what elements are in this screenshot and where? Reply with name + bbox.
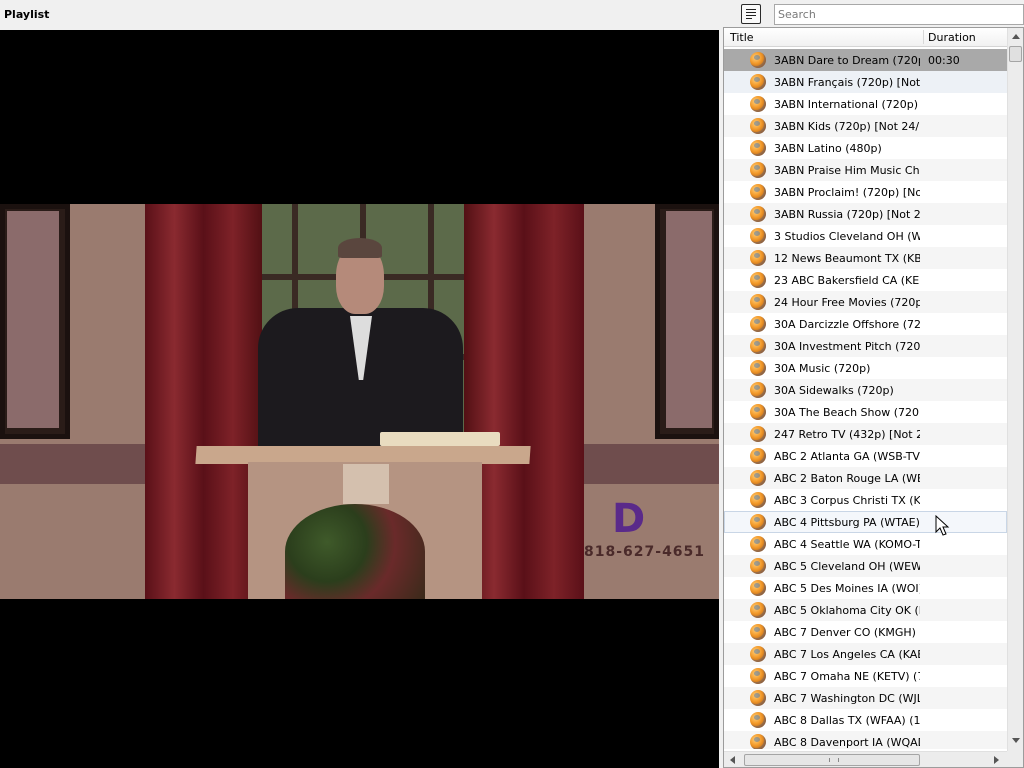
mouse-cursor-icon	[935, 515, 950, 536]
globe-icon	[750, 536, 766, 552]
playlist-item[interactable]: ABC 3 Corpus Christi TX (KII...	[724, 489, 1007, 511]
playlist-item[interactable]: 3ABN Proclaim! (720p) [Not ...	[724, 181, 1007, 203]
globe-icon	[750, 470, 766, 486]
globe-icon	[750, 492, 766, 508]
playlist-item[interactable]: 247 Retro TV (432p) [Not 24...	[724, 423, 1007, 445]
globe-icon	[750, 316, 766, 332]
window-title: Playlist	[4, 8, 50, 21]
globe-icon	[750, 646, 766, 662]
column-header-duration[interactable]: Duration	[928, 31, 976, 44]
playlist-item[interactable]: ABC 8 Dallas TX (WFAA) (10...	[724, 709, 1007, 731]
playlist-item[interactable]: ABC 8 Davenport IA (WQAD...	[724, 731, 1007, 749]
globe-icon	[750, 602, 766, 618]
playlist-item[interactable]: 30A Sidewalks (720p)	[724, 379, 1007, 401]
vertical-scroll-thumb[interactable]	[1009, 46, 1022, 62]
globe-icon	[750, 690, 766, 706]
playlist-item[interactable]: ABC 5 Des Moines IA (WOI) ...	[724, 577, 1007, 599]
globe-icon	[750, 140, 766, 156]
playlist-item[interactable]: 3 Studios Cleveland OH (WK...	[724, 225, 1007, 247]
globe-icon	[750, 250, 766, 266]
globe-icon	[750, 360, 766, 376]
globe-icon	[750, 404, 766, 420]
scrollbar-corner	[1007, 751, 1023, 767]
globe-icon	[750, 184, 766, 200]
playlist-item[interactable]: 23 ABC Bakersfield CA (KER...	[724, 269, 1007, 291]
playlist-item[interactable]: ABC 7 Washington DC (WJL...	[724, 687, 1007, 709]
globe-icon	[750, 96, 766, 112]
playlist-item[interactable]: 3ABN International (720p) [...	[724, 93, 1007, 115]
playlist-item[interactable]: 30A Investment Pitch (720p)	[724, 335, 1007, 357]
channel-logo: D	[612, 496, 646, 542]
playlist-item[interactable]: 3ABN Français (720p) [Not 2...	[724, 71, 1007, 93]
video-player[interactable]: D 818-627-4651	[0, 30, 719, 768]
globe-icon	[750, 514, 766, 530]
playlist-item[interactable]: 3ABN Dare to Dream (720p) ...00:30	[724, 49, 1007, 71]
playlist-item[interactable]: 3ABN Latino (480p)	[724, 137, 1007, 159]
playlist-item[interactable]: 30A Darcizzle Offshore (720p)	[724, 313, 1007, 335]
globe-icon	[750, 712, 766, 728]
video-frame: D 818-627-4651	[0, 204, 719, 599]
scroll-left-arrow-icon[interactable]	[730, 756, 735, 764]
playlist-item[interactable]: 12 News Beaumont TX (KBM...	[724, 247, 1007, 269]
playlist-rows: 3ABN Dare to Dream (720p) ...00:30 3ABN …	[724, 49, 1007, 749]
globe-icon	[750, 668, 766, 684]
horizontal-scrollbar[interactable]	[724, 751, 1007, 767]
playlist-item[interactable]: 3ABN Praise Him Music Chan...	[724, 159, 1007, 181]
playlist-item[interactable]: ABC 7 Denver CO (KMGH) (7...	[724, 621, 1007, 643]
globe-icon	[750, 294, 766, 310]
playlist-item[interactable]: ABC 7 Omaha NE (KETV) (72...	[724, 665, 1007, 687]
title-bar: Playlist	[0, 0, 1024, 30]
globe-icon	[750, 734, 766, 749]
globe-icon	[750, 272, 766, 288]
globe-icon	[750, 338, 766, 354]
scroll-down-arrow-icon[interactable]	[1012, 738, 1020, 743]
playlist-item[interactable]: ABC 5 Oklahoma City OK (K...	[724, 599, 1007, 621]
playlist-item[interactable]: 24 Hour Free Movies (720p) ...	[724, 291, 1007, 313]
globe-icon	[750, 74, 766, 90]
globe-icon	[750, 448, 766, 464]
phone-overlay: 818-627-4651	[584, 544, 706, 560]
presenter	[258, 236, 463, 458]
search-input[interactable]	[774, 4, 1024, 25]
playlist-item[interactable]: 30A Music (720p)	[724, 357, 1007, 379]
column-header-title[interactable]: Title	[730, 31, 754, 44]
globe-icon	[750, 52, 766, 68]
horizontal-scroll-thumb[interactable]	[744, 754, 920, 766]
globe-icon	[750, 382, 766, 398]
globe-icon	[750, 206, 766, 222]
playlist-item[interactable]: ABC 5 Cleveland OH (WEWS...	[724, 555, 1007, 577]
playlist-item[interactable]: 30A The Beach Show (720p)	[724, 401, 1007, 423]
globe-icon	[750, 580, 766, 596]
globe-icon	[750, 426, 766, 442]
scroll-right-arrow-icon[interactable]	[994, 756, 999, 764]
playlist-item[interactable]: 3ABN Russia (720p) [Not 24/7]	[724, 203, 1007, 225]
playlist-item[interactable]: ABC 2 Atlanta GA (WSB-TV) ...	[724, 445, 1007, 467]
playlist-panel: Title Duration 3ABN Dare to Dream (720p)…	[723, 27, 1024, 768]
globe-icon	[750, 624, 766, 640]
globe-icon	[750, 118, 766, 134]
globe-icon	[750, 228, 766, 244]
playlist-header: Title Duration	[724, 28, 1007, 47]
vertical-scrollbar[interactable]	[1007, 28, 1023, 751]
globe-icon	[750, 558, 766, 574]
scroll-up-arrow-icon[interactable]	[1012, 34, 1020, 39]
playlist-item[interactable]: ABC 7 Los Angeles CA (KAB...	[724, 643, 1007, 665]
playlist-item[interactable]: 3ABN Kids (720p) [Not 24/7]	[724, 115, 1007, 137]
list-view-toggle-button[interactable]	[741, 4, 761, 24]
playlist-item[interactable]: ABC 4 Pittsburg PA (WTAE) (...	[724, 511, 1007, 533]
playlist-item[interactable]: ABC 2 Baton Rouge LA (WB...	[724, 467, 1007, 489]
globe-icon	[750, 162, 766, 178]
playlist-item[interactable]: ABC 4 Seattle WA (KOMO-T...	[724, 533, 1007, 555]
